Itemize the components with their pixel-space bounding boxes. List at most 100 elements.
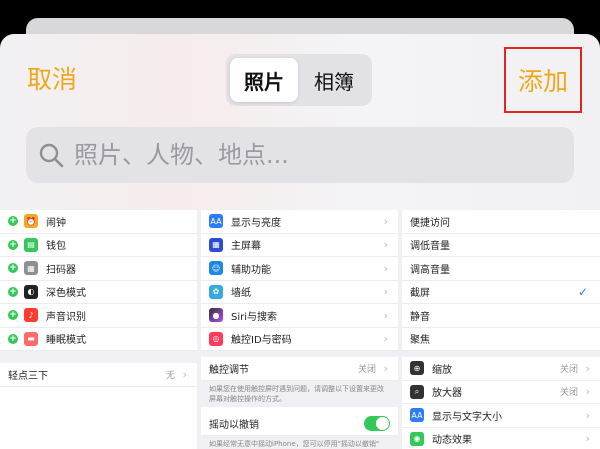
- list-item: 触控调节 关闭 ›: [201, 357, 398, 381]
- list-item: ● Siri与搜索 ›: [201, 304, 398, 328]
- list-item-label: 便捷访问: [410, 217, 450, 229]
- list-item-label: 调高音量: [410, 264, 450, 276]
- add-icon: +: [8, 216, 18, 227]
- list-item-label: 辅助功能: [231, 264, 271, 276]
- list-item-label: 放大器: [432, 388, 462, 400]
- siri-icon: ●: [209, 308, 223, 323]
- search-bar[interactable]: [26, 127, 574, 183]
- tab-photos[interactable]: 照片: [230, 58, 298, 102]
- list-item-value: 无: [165, 370, 175, 381]
- list-item: ⌕ 放大器 关闭 ›: [402, 381, 600, 404]
- list-item-value: 关闭: [559, 388, 578, 399]
- section-gap: [0, 351, 197, 363]
- photo-thumbnail-settings[interactable]: AA 显示与亮度 › ▦ 主屏幕 › ☺ 辅助功能 › ✿ 墙纸 › ● Siri与搜索 › ◎ 触控…: [201, 210, 398, 449]
- list-item-label: 主屏幕: [231, 241, 261, 253]
- list-item: 静音: [402, 304, 600, 328]
- photo-grid: + ⏰ 闹钟 + ▤ 钱包 + ▦ 扫码器 + ◐ 深色模式 + ♪ 声音识别 + ▬ 睡眠模式 轻点三…: [0, 210, 600, 449]
- list-item: ◉ 动态效果 ›: [402, 428, 600, 449]
- chevron-right-icon: ›: [383, 308, 388, 322]
- list-item: + ▦ 扫码器: [0, 257, 197, 281]
- footnote: 如果经常无意中摇动iPhone，您可以停用"摇动以撤销": [201, 436, 398, 449]
- list-item: 摇动以撤销: [201, 413, 398, 436]
- list-item: 调高音量: [402, 257, 600, 281]
- add-icon: +: [8, 286, 18, 297]
- bed-icon: ▬: [24, 331, 38, 346]
- list-item-label: 静音: [410, 311, 430, 323]
- list-item-label: 声音识别: [46, 311, 86, 323]
- fingerprint-icon: ◎: [209, 331, 223, 346]
- list-item-label: 截屏: [410, 288, 430, 300]
- list-item-label: 轻点三下: [8, 370, 48, 382]
- chevron-right-icon: ›: [585, 432, 590, 446]
- footnote: 如果您在使用触控屏时遇到问题，请调整以下设置来更改屏幕对触控操作的方式。: [201, 380, 398, 407]
- chevron-right-icon: ›: [383, 261, 388, 275]
- wallet-icon: ▤: [24, 237, 38, 252]
- list-item: 便捷访问: [402, 210, 600, 234]
- list-item-label: 摇动以撤销: [209, 420, 259, 432]
- list-item: 调低音量: [402, 234, 600, 257]
- add-icon: +: [8, 333, 18, 344]
- search-input[interactable]: [74, 141, 554, 169]
- list-item: ✿ 墙纸 ›: [201, 281, 398, 304]
- text-size-icon: AA: [410, 408, 424, 423]
- source-segmented-control: 照片 相簿: [226, 54, 372, 106]
- list-item: AA 显示与亮度 ›: [201, 210, 398, 234]
- home-screen-icon: ▦: [209, 237, 223, 252]
- add-icon: +: [8, 239, 18, 250]
- cancel-button[interactable]: 取消: [27, 64, 77, 96]
- list-item: + ◐ 深色模式: [0, 281, 197, 304]
- photo-thumbnail-shortcuts[interactable]: 便捷访问 调低音量 调高音量 截屏 ✓ 静音 聚焦 ⊕ 缩放 关闭 › ⌕ 放大器 关闭 › …: [402, 210, 600, 449]
- qr-icon: ▦: [24, 261, 38, 276]
- list-item: ▦ 主屏幕 ›: [201, 234, 398, 257]
- list-item-label: 聚焦: [410, 335, 430, 347]
- list-item-label: 显示与亮度: [231, 217, 281, 229]
- list-item: + ▬ 睡眠模式: [0, 328, 197, 351]
- list-item-label: 缩放: [432, 364, 452, 376]
- chevron-right-icon: ›: [383, 214, 388, 228]
- add-button[interactable]: 添加: [504, 47, 582, 113]
- display-icon: AA: [209, 214, 223, 229]
- add-icon: +: [8, 310, 18, 321]
- photo-thumbnail-control-center[interactable]: + ⏰ 闹钟 + ▤ 钱包 + ▦ 扫码器 + ◐ 深色模式 + ♪ 声音识别 + ▬ 睡眠模式 轻点三…: [0, 210, 197, 449]
- sound-icon: ♪: [24, 308, 38, 323]
- motion-icon: ◉: [410, 431, 424, 446]
- add-icon: +: [8, 263, 18, 274]
- list-item: AA 显示与文字大小 ›: [402, 404, 600, 428]
- chevron-right-icon: ›: [585, 385, 590, 399]
- magnifier-icon: ⌕: [410, 384, 424, 399]
- list-item: 截屏 ✓: [402, 281, 600, 304]
- list-item: ⊕ 缩放 关闭 ›: [402, 357, 600, 381]
- list-item-value: 关闭: [357, 364, 376, 375]
- list-item-value: 关闭: [559, 364, 578, 375]
- search-icon: [39, 143, 64, 168]
- list-item-label: 钱包: [46, 241, 66, 253]
- list-item-label: 动态效果: [432, 435, 472, 447]
- list-item: 轻点三下 无 ›: [0, 363, 197, 387]
- accessibility-icon: ☺: [209, 261, 223, 276]
- list-item-label: 触控调节: [209, 364, 249, 376]
- list-item-label: 触控ID与密码: [231, 335, 292, 347]
- checkmark-icon: ✓: [577, 284, 588, 299]
- list-item: + ▤ 钱包: [0, 234, 197, 257]
- chevron-right-icon: ›: [383, 238, 388, 252]
- list-item-label: 显示与文字大小: [432, 411, 502, 423]
- list-item: + ⏰ 闹钟: [0, 210, 197, 234]
- list-item: + ♪ 声音识别: [0, 304, 197, 328]
- alarm-icon: ⏰: [24, 214, 38, 229]
- list-item: ◎ 触控ID与密码 ›: [201, 328, 398, 351]
- chevron-right-icon: ›: [585, 408, 590, 422]
- list-item-label: 扫码器: [46, 264, 76, 276]
- chevron-right-icon: ›: [383, 361, 388, 375]
- list-item-label: Siri与搜索: [231, 311, 278, 323]
- tab-albums[interactable]: 相簿: [300, 58, 368, 102]
- chevron-right-icon: ›: [383, 332, 388, 346]
- toggle-switch: [364, 416, 390, 432]
- list-item-label: 调低音量: [410, 241, 450, 253]
- list-item: ☺ 辅助功能 ›: [201, 257, 398, 281]
- chevron-right-icon: ›: [383, 285, 388, 299]
- zoom-icon: ⊕: [410, 361, 424, 376]
- list-item: 聚焦: [402, 328, 600, 351]
- list-item-label: 深色模式: [46, 288, 86, 300]
- list-item-label: 闹钟: [46, 217, 66, 229]
- chevron-right-icon: ›: [585, 361, 590, 375]
